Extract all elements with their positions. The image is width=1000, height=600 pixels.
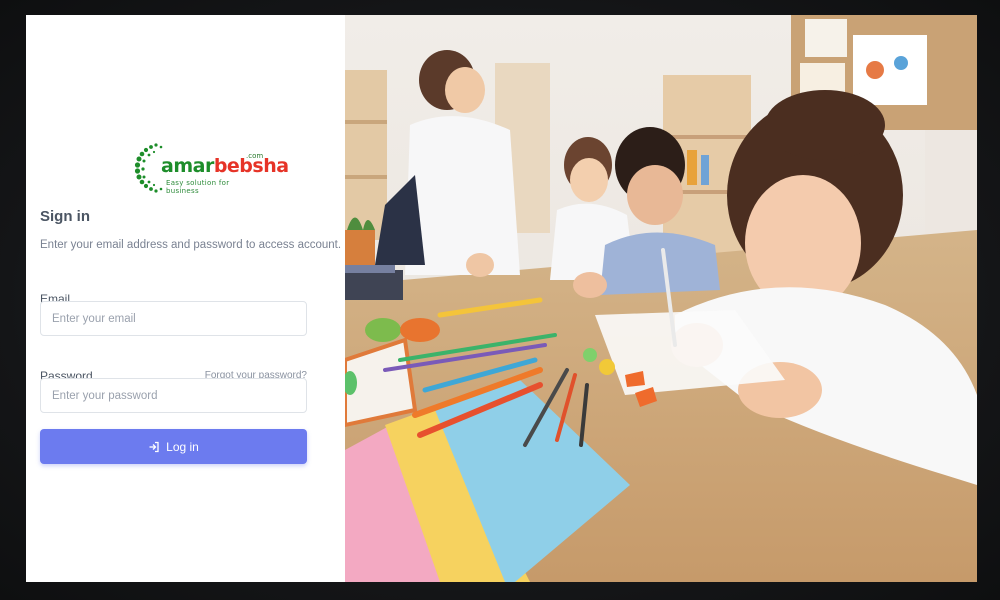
brand-domain: .com [246,152,264,160]
brand-name-part1: amar [161,155,214,177]
login-panel: amarbebsha .com Easy solution for busine… [26,15,345,582]
brand-logo: amarbebsha .com Easy solution for busine… [134,139,289,205]
password-field[interactable] [40,378,307,413]
email-field[interactable] [40,301,307,336]
page-title: Sign in [40,208,90,225]
login-button-label: Log in [166,439,199,454]
login-button[interactable]: Log in [40,429,307,464]
classroom-photo [345,15,977,582]
login-window: amarbebsha .com Easy solution for busine… [26,15,977,582]
page-subtitle: Enter your email address and password to… [40,239,342,251]
brand-name: amarbebsha [161,155,289,177]
login-icon [149,441,159,452]
brand-tagline: Easy solution for business [166,179,230,195]
hero-image [345,15,977,582]
